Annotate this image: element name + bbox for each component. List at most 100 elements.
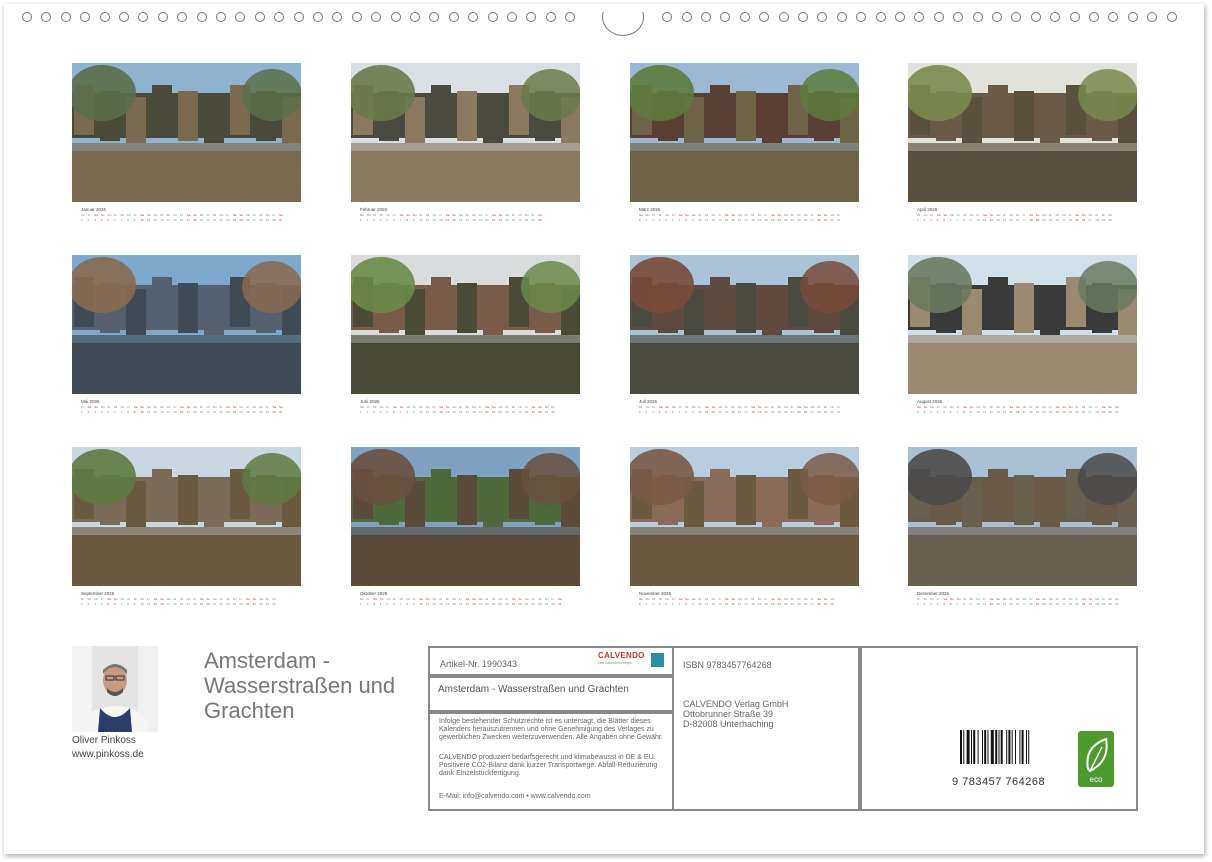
day-number: 31: [1115, 410, 1119, 414]
weekday-label: Fr: [718, 597, 722, 601]
barcode-bar: [1008, 730, 1011, 764]
day-number: 30: [1108, 410, 1112, 414]
weekday-label: Do: [1062, 213, 1067, 217]
weekday-label: Di: [531, 597, 535, 601]
weekday-label: Fr: [478, 405, 482, 409]
weekday-label: So: [406, 213, 410, 217]
day-number: 3: [94, 218, 96, 222]
day-number: 24: [1068, 410, 1073, 414]
weekday-label: Di: [439, 597, 443, 601]
logo-tagline: Das Kalenderkonzept: [598, 661, 632, 665]
month-name: Juni 2026: [360, 399, 380, 404]
barcode-bar: [998, 730, 1000, 764]
binding-ring: [157, 12, 168, 22]
weekday-label: So: [1108, 405, 1113, 409]
weekday-label: Sa: [153, 597, 158, 601]
author-website[interactable]: www.pinkoss.de: [72, 749, 144, 760]
weekday-label: Fr: [226, 213, 230, 217]
weekday-label: Mi: [797, 597, 801, 601]
binding-ring: [1050, 12, 1061, 22]
binding-ring: [1030, 12, 1041, 22]
weekday-label: Di: [698, 213, 702, 217]
weekday-label: Fr: [1075, 597, 1079, 601]
day-number: 15: [173, 602, 177, 606]
weekday-label: Fr: [147, 597, 150, 601]
weekday-label: Do: [969, 213, 974, 217]
day-number: 19: [1035, 218, 1040, 222]
building: [431, 277, 451, 327]
barcode-icon: [960, 730, 1030, 764]
day-number: 17: [1022, 218, 1026, 222]
weekday-label: So: [731, 213, 736, 217]
weekday-label: Sa: [531, 405, 536, 409]
weekday-label: So: [114, 597, 118, 601]
binding-ring: [895, 12, 905, 22]
month-name: August 2026: [917, 399, 943, 404]
day-number: 9: [133, 410, 136, 414]
weekday-label: Fr: [810, 597, 814, 601]
weekday-label: So: [757, 405, 762, 409]
day-number: 16: [1016, 602, 1020, 606]
weekday-label: Do: [120, 405, 125, 409]
day-number: 15: [173, 410, 177, 414]
weekday-label: So: [685, 597, 689, 601]
weekday-label: Mi: [511, 405, 515, 409]
tree: [1078, 453, 1137, 505]
weekday-label: Di: [160, 213, 164, 217]
mini-calendar: Mi 1 Do 2 Fr 3 Sa 4 So 5 Mo 6 Di 7 Mi 8 Do 9 Fr 10 Sa 11 So 12 M…: [639, 405, 849, 415]
day-number: 16: [459, 410, 463, 414]
building: [762, 289, 782, 339]
contact-line[interactable]: E-Mail: info@calvendo.com • www.calvendo…: [439, 793, 591, 800]
weekday-label: Do: [81, 213, 85, 217]
day-number: 18: [193, 602, 197, 606]
weekday-label: Mo: [366, 213, 371, 217]
day-number: 29: [265, 218, 270, 222]
weekday-label: Mi: [226, 597, 230, 601]
tree: [242, 69, 301, 121]
weekday-label: Mo: [691, 597, 696, 601]
weekday-label: Sa: [678, 597, 683, 601]
day-number: 9: [133, 218, 136, 222]
weekday-label: Mi: [492, 597, 496, 601]
day-number: 26: [525, 218, 529, 222]
day-number: 25: [1075, 410, 1079, 414]
day-number: 3: [94, 602, 96, 606]
weekday-label: Di: [114, 213, 117, 217]
day-number: 26: [246, 410, 250, 414]
weekday-label: Mo: [930, 405, 935, 409]
day-number: 3: [652, 410, 654, 414]
day-number: 20: [485, 218, 489, 222]
weekday-label: Do: [711, 213, 716, 217]
day-number: 29: [823, 410, 828, 414]
weekday-label: So: [206, 597, 211, 601]
day-number: 12: [153, 410, 157, 414]
day-number: 2: [645, 410, 648, 414]
weekday-label: Mi: [969, 597, 973, 601]
day-number: 6: [950, 602, 952, 606]
day-number: 18: [751, 218, 755, 222]
day-number: 1: [81, 218, 83, 222]
weekday-label: Do: [127, 213, 132, 217]
weekday-label: Mo: [213, 597, 218, 601]
day-number: 22: [1055, 218, 1059, 222]
day-number: 24: [511, 410, 516, 414]
weekday-label: Mo: [1095, 597, 1100, 601]
day-number: 13: [439, 218, 443, 222]
day-number: 15: [1009, 218, 1013, 222]
weekday-label: Mo: [645, 213, 650, 217]
day-number: 1: [360, 218, 362, 222]
weekday-label: So: [94, 405, 98, 409]
day-number: 13: [718, 410, 722, 414]
binding-ring: [293, 12, 304, 22]
weekday-label: Mi: [259, 213, 263, 217]
building: [1040, 481, 1060, 531]
day-number: 20: [1042, 602, 1046, 606]
weekday-label: Do: [213, 405, 217, 409]
day-number: 14: [445, 410, 450, 414]
day-number: 24: [511, 218, 516, 222]
weekday-label: So: [996, 597, 1000, 601]
day-number: 7: [120, 602, 123, 606]
weekday-label: Do: [665, 597, 670, 601]
day-number: 13: [439, 602, 443, 606]
weekday-label: Fr: [386, 405, 390, 409]
